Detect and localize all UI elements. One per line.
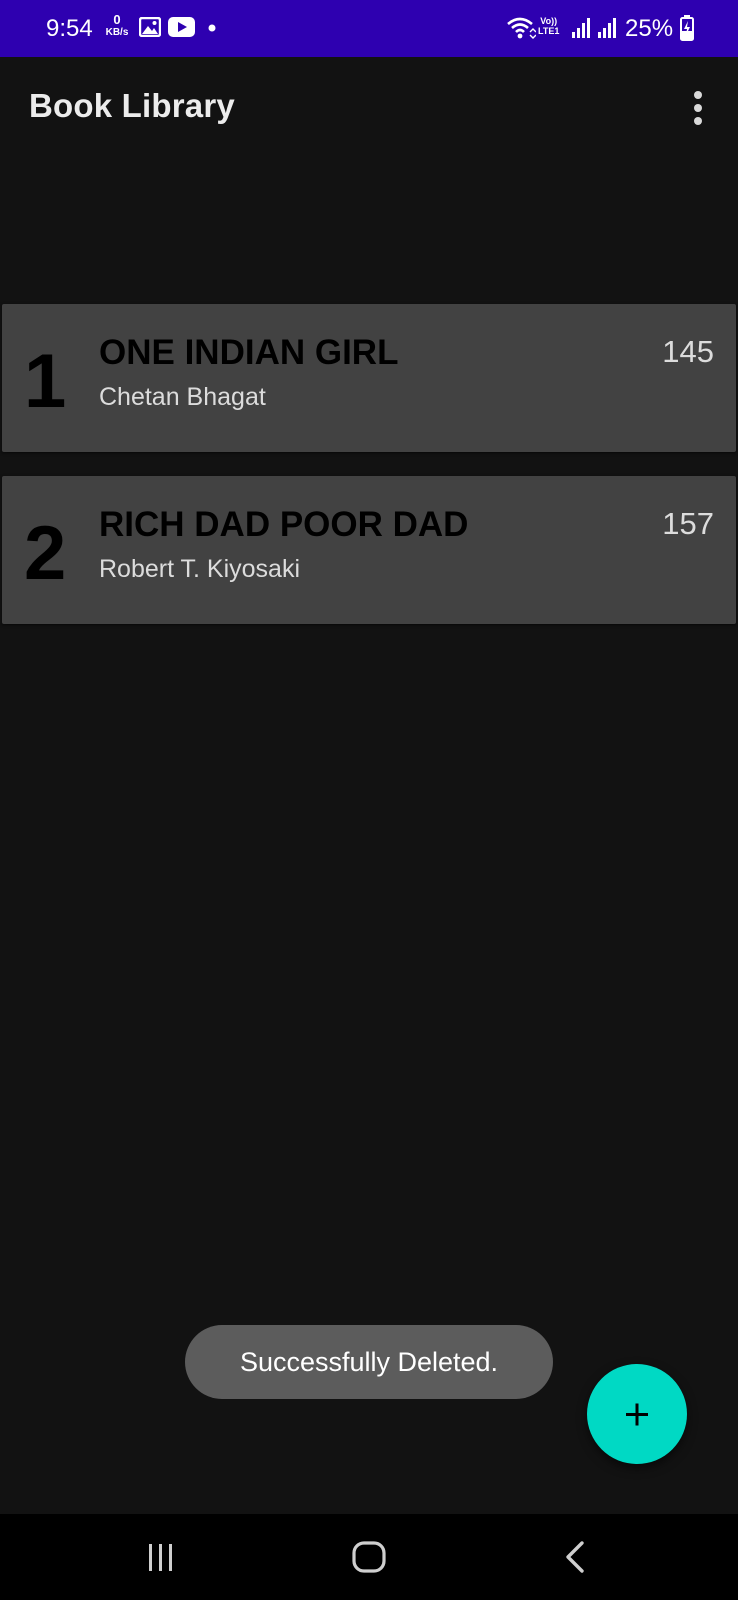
list-item[interactable]: 2 RICH DAD POOR DAD Robert T. Kiyosaki 1… [2, 476, 736, 624]
list-item[interactable]: 1 ONE INDIAN GIRL Chetan Bhagat 145 [2, 304, 736, 452]
signal-icon [572, 18, 590, 38]
book-pages: 145 [662, 334, 714, 369]
book-author: Robert T. Kiyosaki [99, 555, 301, 583]
toast-message: Successfully Deleted. [185, 1325, 553, 1399]
book-title: ONE INDIAN GIRL [99, 333, 399, 372]
lte-label: LTE1 [538, 26, 560, 36]
book-number: 1 [24, 339, 67, 424]
add-book-button[interactable] [587, 1364, 687, 1464]
wifi-icon [507, 17, 536, 39]
page-title: Book Library [29, 87, 235, 124]
youtube-icon [168, 17, 195, 37]
book-number: 2 [24, 511, 67, 596]
system-navigation-bar [0, 1514, 738, 1600]
image-icon [139, 17, 161, 37]
status-bar: 9:54 0 KB/s Vo)) LTE1 25% [0, 0, 738, 57]
back-icon[interactable] [546, 1532, 606, 1582]
add-icon [626, 1403, 648, 1426]
book-author: Chetan Bhagat [99, 383, 266, 411]
book-pages: 157 [662, 506, 714, 541]
home-icon[interactable] [339, 1532, 399, 1582]
dot-icon [208, 24, 216, 32]
signal-icon [598, 18, 616, 38]
recent-apps-icon[interactable] [131, 1532, 191, 1582]
volte-indicator: Vo)) LTE1 [538, 16, 559, 36]
volte-label: Vo)) [540, 16, 558, 26]
status-time: 9:54 [46, 15, 93, 42]
battery-percentage: 25% [625, 15, 674, 42]
more-vert-icon[interactable] [680, 88, 716, 128]
data-speed-unit: KB/s [105, 27, 129, 38]
data-speed-value: 0 [113, 12, 121, 27]
book-title: RICH DAD POOR DAD [99, 505, 469, 544]
data-speed-indicator: 0 KB/s [104, 12, 130, 39]
battery-charging-icon [680, 15, 694, 41]
